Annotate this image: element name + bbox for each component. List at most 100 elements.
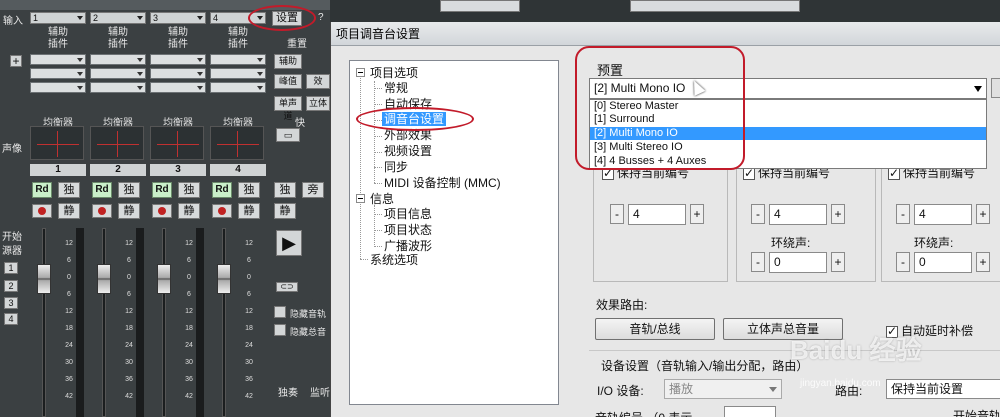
- channel-count-input[interactable]: 4: [628, 204, 686, 225]
- record-ready-button[interactable]: Rd: [92, 182, 112, 198]
- left-num-3[interactable]: 3: [4, 297, 18, 309]
- io-device-select[interactable]: 播放: [664, 379, 782, 399]
- dialog-title: 项目调音台设置: [331, 22, 1000, 46]
- record-ready-button[interactable]: Rd: [212, 182, 232, 198]
- left-num-1[interactable]: 1: [4, 262, 18, 274]
- mute-button[interactable]: 静: [58, 203, 80, 219]
- decrement-button[interactable]: -: [896, 252, 910, 272]
- tree-line: [374, 214, 382, 215]
- surround-count-input[interactable]: 0: [914, 252, 972, 273]
- decrement-button[interactable]: -: [610, 204, 624, 224]
- record-arm-button[interactable]: [212, 204, 232, 218]
- insert-slot[interactable]: [210, 82, 266, 93]
- channel-input-select-3[interactable]: 3: [150, 12, 206, 24]
- increment-button[interactable]: +: [976, 204, 990, 224]
- insert-slot[interactable]: [150, 68, 206, 79]
- tree-item-system-options[interactable]: 系统选项: [370, 253, 418, 267]
- link-icon[interactable]: ⊂⊃: [276, 282, 298, 292]
- eq-display[interactable]: [210, 126, 264, 160]
- solo-button[interactable]: 独: [238, 182, 260, 198]
- solo-button[interactable]: 独: [178, 182, 200, 198]
- master-stereo-button[interactable]: 旁: [302, 182, 324, 198]
- tree-item-project-info[interactable]: 项目信息: [384, 207, 432, 221]
- decrement-button[interactable]: -: [751, 204, 765, 224]
- insert-slot[interactable]: [90, 68, 146, 79]
- channel-number: 2: [90, 164, 146, 176]
- keep-number-checkbox[interactable]: [888, 166, 900, 180]
- preset-side-button[interactable]: [991, 78, 1000, 98]
- side-mono-button[interactable]: 单声道: [274, 96, 302, 121]
- increment-button[interactable]: +: [831, 252, 845, 272]
- left-num-2[interactable]: 2: [4, 280, 18, 292]
- solo-button[interactable]: 独: [58, 182, 80, 198]
- side-peak-button[interactable]: 峰值: [274, 74, 302, 89]
- toolbar-field: [440, 0, 520, 12]
- track-bus-button[interactable]: 音轨/总线: [595, 318, 715, 340]
- channel-count-input[interactable]: 4: [914, 204, 972, 225]
- side-stereo-button[interactable]: 立体: [306, 96, 330, 111]
- insert-slot[interactable]: [210, 68, 266, 79]
- mute-button[interactable]: 静: [178, 203, 200, 219]
- record-ready-button[interactable]: Rd: [32, 182, 52, 198]
- tree-item-sync[interactable]: 同步: [384, 160, 408, 174]
- add-insert-button[interactable]: +: [10, 55, 22, 67]
- reset-label[interactable]: 重置: [277, 40, 317, 50]
- insert-slot[interactable]: [90, 54, 146, 65]
- solo-button[interactable]: 独: [118, 182, 140, 198]
- fader-handle[interactable]: [37, 264, 51, 294]
- surround-count-input[interactable]: 0: [769, 252, 827, 273]
- tree-item-general[interactable]: 常规: [384, 81, 408, 95]
- record-arm-button[interactable]: [32, 204, 52, 218]
- tree-item-project-status[interactable]: 项目状态: [384, 223, 432, 237]
- decrement-button[interactable]: -: [896, 204, 910, 224]
- tree-item-mmc[interactable]: MIDI 设备控制 (MMC): [384, 176, 501, 190]
- mute-button[interactable]: 静: [118, 203, 140, 219]
- insert-slot[interactable]: [30, 82, 86, 93]
- fader-handle[interactable]: [97, 264, 111, 294]
- tree-item-project-options[interactable]: 项目选项: [370, 66, 418, 80]
- side-fx-button[interactable]: 效: [306, 74, 330, 89]
- eq-display[interactable]: [90, 126, 144, 160]
- hide-track-checkbox[interactable]: [274, 306, 286, 318]
- channel-input-select-1[interactable]: 1: [30, 12, 86, 24]
- folder-icon[interactable]: ▭: [276, 128, 300, 142]
- channel-input-select-2[interactable]: 2: [90, 12, 146, 24]
- keep-number-checkbox[interactable]: [743, 166, 755, 180]
- eq-display[interactable]: [30, 126, 84, 160]
- surround-label: 环绕声:: [914, 236, 954, 250]
- insert-slot[interactable]: [30, 68, 86, 79]
- insert-slot[interactable]: [150, 82, 206, 93]
- play-icon[interactable]: ▶: [276, 230, 302, 256]
- tree-collapse-icon[interactable]: [356, 194, 365, 203]
- record-arm-button[interactable]: [92, 204, 112, 218]
- increment-button[interactable]: +: [690, 204, 704, 224]
- insert-slot[interactable]: [210, 54, 266, 65]
- tree-item-broadcast-wave[interactable]: 广播波形: [384, 239, 432, 253]
- channel-group-3: 保持当前编号 - 4 + 环绕声: - 0 +: [881, 162, 1000, 282]
- fader-handle[interactable]: [157, 264, 171, 294]
- tree-collapse-icon[interactable]: [356, 68, 365, 77]
- left-num-4[interactable]: 4: [4, 313, 18, 325]
- increment-button[interactable]: +: [976, 252, 990, 272]
- help-button[interactable]: ?: [318, 12, 324, 23]
- fader-handle[interactable]: [217, 264, 231, 294]
- side-aux-button[interactable]: 辅助: [274, 54, 302, 69]
- hide-bus-checkbox[interactable]: [274, 324, 286, 336]
- routing-select[interactable]: 保持当前设置: [886, 379, 1000, 399]
- tree-item-info[interactable]: 信息: [370, 192, 394, 206]
- record-arm-button[interactable]: [152, 204, 172, 218]
- master-mute-button[interactable]: 静: [274, 203, 296, 219]
- channel-count-input[interactable]: 4: [769, 204, 827, 225]
- tree-item-video[interactable]: 视频设置: [384, 144, 432, 158]
- master-solo-button[interactable]: 独: [274, 182, 296, 198]
- increment-button[interactable]: +: [831, 204, 845, 224]
- insert-slot[interactable]: [90, 82, 146, 93]
- record-ready-button[interactable]: Rd: [152, 182, 172, 198]
- start-track-label: 开始音轨: [953, 409, 1000, 417]
- track-number-input[interactable]: [724, 406, 776, 417]
- insert-slot[interactable]: [150, 54, 206, 65]
- insert-slot[interactable]: [30, 54, 86, 65]
- decrement-button[interactable]: -: [751, 252, 765, 272]
- mute-button[interactable]: 静: [238, 203, 260, 219]
- eq-display[interactable]: [150, 126, 204, 160]
